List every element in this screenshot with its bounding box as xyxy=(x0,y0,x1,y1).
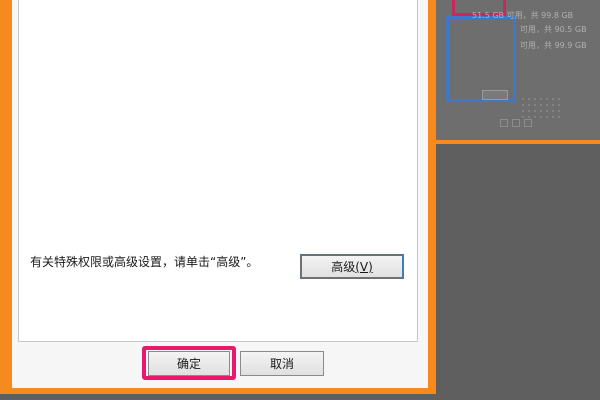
background-drive-text-3: 可用，共 99.9 GB xyxy=(520,41,587,50)
ok-button-label: 确定 xyxy=(176,357,201,371)
advanced-settings-hint: 有关特殊权限或高级设置，请单击“高级”。 xyxy=(30,255,259,269)
advanced-button-accelerator: (V) xyxy=(355,259,373,274)
dialog-left-border xyxy=(0,0,12,394)
security-tab-panel xyxy=(18,0,418,342)
advanced-button[interactable]: 高级 (V) xyxy=(300,254,404,279)
cancel-button[interactable]: 取消 xyxy=(240,351,324,376)
ok-button[interactable]: 确定 xyxy=(148,351,230,376)
cancel-button-label: 取消 xyxy=(269,357,294,371)
background-drive-text-2: 可用，共 90.5 GB xyxy=(520,25,587,34)
background-drive-text-1: 51.5 GB 可用，共 99.8 GB xyxy=(472,11,574,20)
advanced-button-label: 高级 xyxy=(331,260,356,274)
background-window-border xyxy=(436,140,600,144)
background-view-icons xyxy=(500,112,536,131)
background-button xyxy=(482,90,508,100)
